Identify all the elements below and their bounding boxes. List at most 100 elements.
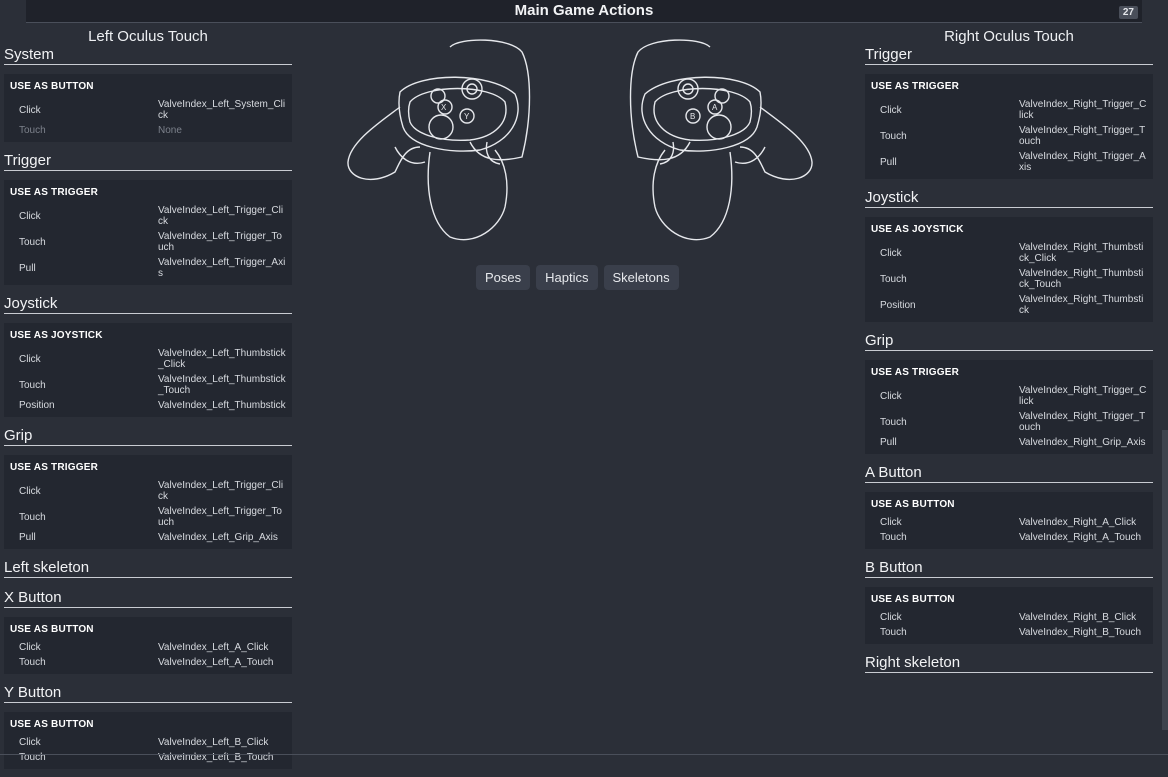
binding-row[interactable]: Click ValveIndex_Left_System_Click: [10, 97, 286, 123]
binding-row[interactable]: Position ValveIndex_Right_Thumbstick: [871, 292, 1147, 318]
binding-mode-label: USE AS BUTTON: [10, 624, 94, 635]
section-title: Y Button: [4, 682, 292, 703]
binding-row[interactable]: Touch ValveIndex_Left_B_Touch: [10, 750, 286, 765]
binding-row[interactable]: Pull ValveIndex_Left_Trigger_Axis: [10, 255, 286, 281]
binding-action-value[interactable]: ValveIndex_Right_Thumbstick: [1019, 294, 1147, 316]
binding-row[interactable]: Touch ValveIndex_Right_Trigger_Touch: [871, 409, 1147, 435]
binding-mode-label: USE AS JOYSTICK: [10, 330, 103, 341]
binding-action-value[interactable]: ValveIndex_Left_System_Click: [158, 99, 286, 121]
count-badge: 27: [1118, 6, 1138, 19]
binding-action-value[interactable]: ValveIndex_Right_A_Click: [1019, 517, 1147, 528]
binding-mode-label: USE AS TRIGGER: [871, 367, 959, 378]
binding-mode-label: USE AS BUTTON: [871, 499, 955, 510]
binding-group[interactable]: USE AS BUTTON Click ValveIndex_Right_B_Cli…: [865, 587, 1153, 644]
binding-row[interactable]: Position ValveIndex_Left_Thumbstick: [10, 398, 286, 413]
binding-row[interactable]: Pull ValveIndex_Right_Grip_Axis: [871, 435, 1147, 450]
binding-row[interactable]: Click ValveIndex_Right_Trigger_Click: [871, 97, 1147, 123]
right-controller-title: Right Oculus Touch: [944, 28, 1074, 45]
binding-row[interactable]: Touch ValveIndex_Right_Trigger_Touch: [871, 123, 1147, 149]
right-b-button-label: B: [690, 112, 695, 121]
scrollbar[interactable]: [1162, 430, 1168, 730]
binding-action-value[interactable]: ValveIndex_Left_Thumbstick_Touch: [158, 374, 286, 396]
binding-input-label: Pull: [19, 532, 36, 543]
binding-action-value[interactable]: ValveIndex_Right_B_Touch: [1019, 627, 1147, 638]
binding-row[interactable]: Click ValveIndex_Left_A_Click: [10, 640, 286, 655]
binding-action-value[interactable]: ValveIndex_Left_A_Click: [158, 642, 286, 653]
binding-group[interactable]: USE AS BUTTON Click ValveIndex_Left_B_Clic…: [4, 712, 292, 769]
binding-action-value[interactable]: ValveIndex_Left_Thumbstick: [158, 400, 286, 411]
binding-row[interactable]: Touch ValveIndex_Left_Trigger_Touch: [10, 504, 286, 530]
page-title: Main Game Actions: [514, 2, 654, 19]
binding-action-value[interactable]: ValveIndex_Right_Grip_Axis: [1019, 437, 1147, 448]
binding-action-value[interactable]: ValveIndex_Right_Trigger_Axis: [1019, 151, 1147, 173]
tab-poses[interactable]: Poses: [476, 265, 531, 290]
binding-action-value[interactable]: ValveIndex_Left_Trigger_Click: [158, 480, 286, 502]
binding-group[interactable]: USE AS TRIGGER Click ValveIndex_Left_Trigg…: [4, 180, 292, 285]
binding-action-value[interactable]: ValveIndex_Right_Trigger_Click: [1019, 385, 1147, 407]
binding-group[interactable]: USE AS TRIGGER Click ValveIndex_Right_Trig…: [865, 360, 1153, 454]
binding-row[interactable]: Click ValveIndex_Left_B_Click: [10, 735, 286, 750]
binding-row[interactable]: Click ValveIndex_Left_Trigger_Click: [10, 203, 286, 229]
binding-action-value[interactable]: ValveIndex_Left_Trigger_Touch: [158, 506, 286, 528]
binding-group[interactable]: USE AS TRIGGER Click ValveIndex_Right_Trig…: [865, 74, 1153, 179]
binding-action-value[interactable]: None: [158, 125, 286, 136]
binding-input-label: Click: [880, 517, 902, 528]
binding-mode-label: USE AS TRIGGER: [10, 187, 98, 198]
binding-group[interactable]: USE AS JOYSTICK Click ValveIndex_Left_Thum…: [4, 323, 292, 417]
section-title: Joystick: [4, 293, 292, 314]
binding-row[interactable]: Touch ValveIndex_Right_A_Touch: [871, 530, 1147, 545]
section-title: X Button: [4, 587, 292, 608]
binding-input-label: Click: [19, 737, 41, 748]
section-title: B Button: [865, 557, 1153, 578]
binding-input-label: Touch: [19, 379, 46, 391]
binding-row[interactable]: Click ValveIndex_Right_Thumbstick_Click: [871, 240, 1147, 266]
binding-group[interactable]: USE AS JOYSTICK Click ValveIndex_Right_Thu…: [865, 217, 1153, 322]
binding-action-value[interactable]: ValveIndex_Right_Trigger_Touch: [1019, 411, 1147, 433]
section-title: System: [4, 44, 292, 65]
binding-row[interactable]: Touch ValveIndex_Right_Thumbstick_Touch: [871, 266, 1147, 292]
binding-group[interactable]: USE AS TRIGGER Click ValveIndex_Left_Trigg…: [4, 455, 292, 549]
binding-action-value[interactable]: ValveIndex_Left_Grip_Axis: [158, 532, 286, 543]
binding-row[interactable]: Click ValveIndex_Right_A_Click: [871, 515, 1147, 530]
section-title: Joystick: [865, 187, 1153, 208]
binding-action-value[interactable]: ValveIndex_Left_Trigger_Axis: [158, 257, 286, 279]
binding-row[interactable]: Touch ValveIndex_Left_Thumbstick_Touch: [10, 372, 286, 398]
binding-row[interactable]: Pull ValveIndex_Left_Grip_Axis: [10, 530, 286, 545]
tab-skeletons[interactable]: Skeletons: [603, 265, 679, 290]
binding-input-label: Touch: [880, 627, 907, 638]
binding-group[interactable]: USE AS BUTTON Click ValveIndex_Left_System…: [4, 74, 292, 142]
binding-action-value[interactable]: ValveIndex_Left_B_Click: [158, 737, 286, 748]
binding-group[interactable]: USE AS BUTTON Click ValveIndex_Left_A_Clic…: [4, 617, 292, 674]
binding-action-value[interactable]: ValveIndex_Left_Trigger_Click: [158, 205, 286, 227]
binding-action-value[interactable]: ValveIndex_Right_Thumbstick_Click: [1019, 242, 1147, 264]
tab-bar: Poses Haptics Skeletons: [476, 265, 679, 290]
binding-row[interactable]: Touch ValveIndex_Right_B_Touch: [871, 625, 1147, 640]
binding-row[interactable]: Click ValveIndex_Left_Thumbstick_Click: [10, 346, 286, 372]
binding-mode-label: USE AS BUTTON: [10, 81, 94, 92]
binding-action-value[interactable]: ValveIndex_Left_A_Touch: [158, 657, 286, 668]
binding-action-value[interactable]: ValveIndex_Right_B_Click: [1019, 612, 1147, 623]
binding-row[interactable]: Touch None: [10, 123, 286, 138]
binding-row[interactable]: Click ValveIndex_Left_Trigger_Click: [10, 478, 286, 504]
binding-action-value[interactable]: ValveIndex_Right_Trigger_Click: [1019, 99, 1147, 121]
left-x-button-label: X: [441, 103, 447, 112]
binding-group[interactable]: USE AS BUTTON Click ValveIndex_Right_A_Cli…: [865, 492, 1153, 549]
binding-action-value[interactable]: ValveIndex_Right_Thumbstick_Touch: [1019, 268, 1147, 290]
binding-mode-label: USE AS JOYSTICK: [871, 224, 964, 235]
binding-action-value[interactable]: ValveIndex_Right_Trigger_Touch: [1019, 125, 1147, 147]
binding-input-label: Touch: [880, 532, 907, 543]
binding-input-label: Pull: [880, 156, 897, 168]
binding-row[interactable]: Touch ValveIndex_Left_Trigger_Touch: [10, 229, 286, 255]
binding-action-value[interactable]: ValveIndex_Right_A_Touch: [1019, 532, 1147, 543]
binding-row[interactable]: Click ValveIndex_Right_B_Click: [871, 610, 1147, 625]
binding-row[interactable]: Click ValveIndex_Right_Trigger_Click: [871, 383, 1147, 409]
left-controller-panel: Left Oculus Touch System USE AS BUTTON Cli…: [4, 22, 292, 777]
tab-haptics[interactable]: Haptics: [536, 265, 598, 290]
binding-row[interactable]: Pull ValveIndex_Right_Trigger_Axis: [871, 149, 1147, 175]
right-sections: Trigger USE AS TRIGGER Click ValveIndex_Rig…: [865, 44, 1153, 673]
binding-input-label: Touch: [19, 657, 46, 668]
section-title: Trigger: [4, 150, 292, 171]
binding-row[interactable]: Touch ValveIndex_Left_A_Touch: [10, 655, 286, 670]
binding-action-value[interactable]: ValveIndex_Left_Trigger_Touch: [158, 231, 286, 253]
binding-action-value[interactable]: ValveIndex_Left_Thumbstick_Click: [158, 348, 286, 370]
